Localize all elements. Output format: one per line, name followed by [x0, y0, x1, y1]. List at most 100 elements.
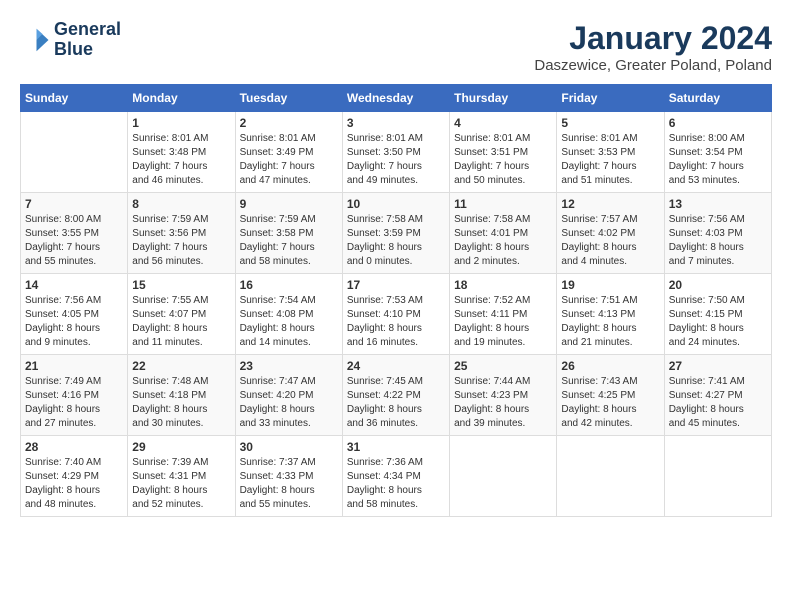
month-title: January 2024 [534, 20, 772, 57]
day-info: Sunrise: 7:59 AM Sunset: 3:58 PM Dayligh… [240, 213, 338, 269]
title-block: January 2024 Daszewice, Greater Poland, … [534, 20, 772, 74]
day-number: 3 [347, 116, 445, 130]
calendar-cell: 25 Sunrise: 7:44 AM Sunset: 4:23 PM Dayli… [450, 355, 557, 436]
calendar-cell: 28 Sunrise: 7:40 AM Sunset: 4:29 PM Dayli… [21, 436, 128, 517]
header-saturday: Saturday [664, 85, 771, 112]
day-info: Sunrise: 7:51 AM Sunset: 4:13 PM Dayligh… [561, 294, 659, 350]
day-info: Sunrise: 7:47 AM Sunset: 4:20 PM Dayligh… [240, 375, 338, 431]
calendar-cell: 20 Sunrise: 7:50 AM Sunset: 4:15 PM Dayli… [664, 274, 771, 355]
calendar-cell: 8 Sunrise: 7:59 AM Sunset: 3:56 PM Daylig… [128, 193, 235, 274]
calendar-cell: 11Sunrise: 7:58 AM Sunset: 4:01 PM Dayli… [450, 193, 557, 274]
day-number: 15 [132, 278, 230, 292]
day-info: Sunrise: 7:52 AM Sunset: 4:11 PM Dayligh… [454, 294, 552, 350]
day-info: Sunrise: 7:45 AM Sunset: 4:22 PM Dayligh… [347, 375, 445, 431]
day-number: 23 [240, 359, 338, 373]
day-info: Sunrise: 7:57 AM Sunset: 4:02 PM Dayligh… [561, 213, 659, 269]
day-info: Sunrise: 8:00 AM Sunset: 3:54 PM Dayligh… [669, 132, 767, 188]
day-info: Sunrise: 7:39 AM Sunset: 4:31 PM Dayligh… [132, 456, 230, 512]
calendar-cell: 31Sunrise: 7:36 AM Sunset: 4:34 PM Dayli… [342, 436, 449, 517]
calendar-cell: 23 Sunrise: 7:47 AM Sunset: 4:20 PM Dayli… [235, 355, 342, 436]
calendar-week-row: 7Sunrise: 8:00 AM Sunset: 3:55 PM Daylig… [21, 193, 772, 274]
calendar-cell: 2Sunrise: 8:01 AM Sunset: 3:49 PM Daylig… [235, 112, 342, 193]
day-number: 9 [240, 197, 338, 211]
day-number: 25 [454, 359, 552, 373]
day-info: Sunrise: 7:40 AM Sunset: 4:29 PM Dayligh… [25, 456, 123, 512]
calendar-week-row: 14Sunrise: 7:56 AM Sunset: 4:05 PM Dayli… [21, 274, 772, 355]
day-number: 13 [669, 197, 767, 211]
calendar-cell: 12 Sunrise: 7:57 AM Sunset: 4:02 PM Dayli… [557, 193, 664, 274]
day-info: Sunrise: 8:01 AM Sunset: 3:51 PM Dayligh… [454, 132, 552, 188]
calendar-cell: 13 Sunrise: 7:56 AM Sunset: 4:03 PM Dayli… [664, 193, 771, 274]
day-number: 28 [25, 440, 123, 454]
calendar-cell: 4Sunrise: 8:01 AM Sunset: 3:51 PM Daylig… [450, 112, 557, 193]
day-number: 7 [25, 197, 123, 211]
day-number: 21 [25, 359, 123, 373]
calendar-cell: 17 Sunrise: 7:53 AM Sunset: 4:10 PM Dayli… [342, 274, 449, 355]
header-tuesday: Tuesday [235, 85, 342, 112]
calendar-cell: 14Sunrise: 7:56 AM Sunset: 4:05 PM Dayli… [21, 274, 128, 355]
calendar-week-row: 21 Sunrise: 7:49 AM Sunset: 4:16 PM Dayli… [21, 355, 772, 436]
day-number: 29 [132, 440, 230, 454]
day-info: Sunrise: 8:01 AM Sunset: 3:49 PM Dayligh… [240, 132, 338, 188]
calendar-cell: 15 Sunrise: 7:55 AM Sunset: 4:07 PM Dayli… [128, 274, 235, 355]
day-info: Sunrise: 8:01 AM Sunset: 3:50 PM Dayligh… [347, 132, 445, 188]
day-number: 12 [561, 197, 659, 211]
day-number: 19 [561, 278, 659, 292]
page-header: General Blue January 2024 Daszewice, Gre… [20, 20, 772, 74]
day-info: Sunrise: 8:01 AM Sunset: 3:48 PM Dayligh… [132, 132, 230, 188]
header-friday: Friday [557, 85, 664, 112]
day-info: Sunrise: 7:59 AM Sunset: 3:56 PM Dayligh… [132, 213, 230, 269]
day-number: 20 [669, 278, 767, 292]
day-number: 1 [132, 116, 230, 130]
calendar-cell: 22 Sunrise: 7:48 AM Sunset: 4:18 PM Dayli… [128, 355, 235, 436]
calendar-cell: 18 Sunrise: 7:52 AM Sunset: 4:11 PM Dayli… [450, 274, 557, 355]
header-monday: Monday [128, 85, 235, 112]
calendar-cell [21, 112, 128, 193]
day-info: Sunrise: 7:58 AM Sunset: 3:59 PM Dayligh… [347, 213, 445, 269]
location-title: Daszewice, Greater Poland, Poland [534, 57, 772, 74]
calendar-cell: 19 Sunrise: 7:51 AM Sunset: 4:13 PM Dayli… [557, 274, 664, 355]
calendar-cell [450, 436, 557, 517]
day-number: 14 [25, 278, 123, 292]
day-info: Sunrise: 7:53 AM Sunset: 4:10 PM Dayligh… [347, 294, 445, 350]
day-info: Sunrise: 7:55 AM Sunset: 4:07 PM Dayligh… [132, 294, 230, 350]
day-number: 18 [454, 278, 552, 292]
calendar-cell [557, 436, 664, 517]
calendar-week-row: 28 Sunrise: 7:40 AM Sunset: 4:29 PM Dayli… [21, 436, 772, 517]
calendar-cell: 3 Sunrise: 8:01 AM Sunset: 3:50 PM Daylig… [342, 112, 449, 193]
day-number: 6 [669, 116, 767, 130]
day-info: Sunrise: 7:48 AM Sunset: 4:18 PM Dayligh… [132, 375, 230, 431]
logo-line2: Blue [54, 40, 121, 60]
calendar-cell: 16Sunrise: 7:54 AM Sunset: 4:08 PM Dayli… [235, 274, 342, 355]
day-info: Sunrise: 7:49 AM Sunset: 4:16 PM Dayligh… [25, 375, 123, 431]
day-info: Sunrise: 7:50 AM Sunset: 4:15 PM Dayligh… [669, 294, 767, 350]
calendar-week-row: 1 Sunrise: 8:01 AM Sunset: 3:48 PM Daylig… [21, 112, 772, 193]
header-wednesday: Wednesday [342, 85, 449, 112]
day-number: 26 [561, 359, 659, 373]
calendar-cell: 1 Sunrise: 8:01 AM Sunset: 3:48 PM Daylig… [128, 112, 235, 193]
day-number: 8 [132, 197, 230, 211]
calendar-header-row: SundayMondayTuesdayWednesdayThursdayFrid… [21, 85, 772, 112]
day-number: 24 [347, 359, 445, 373]
calendar-cell: 30 Sunrise: 7:37 AM Sunset: 4:33 PM Dayli… [235, 436, 342, 517]
day-info: Sunrise: 7:56 AM Sunset: 4:03 PM Dayligh… [669, 213, 767, 269]
day-number: 22 [132, 359, 230, 373]
day-number: 31 [347, 440, 445, 454]
calendar-table: SundayMondayTuesdayWednesdayThursdayFrid… [20, 84, 772, 517]
day-info: Sunrise: 7:41 AM Sunset: 4:27 PM Dayligh… [669, 375, 767, 431]
calendar-cell [664, 436, 771, 517]
calendar-cell: 24 Sunrise: 7:45 AM Sunset: 4:22 PM Dayli… [342, 355, 449, 436]
calendar-cell: 7Sunrise: 8:00 AM Sunset: 3:55 PM Daylig… [21, 193, 128, 274]
day-number: 17 [347, 278, 445, 292]
day-number: 16 [240, 278, 338, 292]
calendar-cell: 29 Sunrise: 7:39 AM Sunset: 4:31 PM Dayli… [128, 436, 235, 517]
header-sunday: Sunday [21, 85, 128, 112]
day-info: Sunrise: 7:37 AM Sunset: 4:33 PM Dayligh… [240, 456, 338, 512]
day-info: Sunrise: 8:01 AM Sunset: 3:53 PM Dayligh… [561, 132, 659, 188]
header-thursday: Thursday [450, 85, 557, 112]
day-number: 30 [240, 440, 338, 454]
logo-text: General Blue [54, 20, 121, 60]
calendar-cell: 27Sunrise: 7:41 AM Sunset: 4:27 PM Dayli… [664, 355, 771, 436]
calendar-cell: 21 Sunrise: 7:49 AM Sunset: 4:16 PM Dayli… [21, 355, 128, 436]
day-info: Sunrise: 7:44 AM Sunset: 4:23 PM Dayligh… [454, 375, 552, 431]
